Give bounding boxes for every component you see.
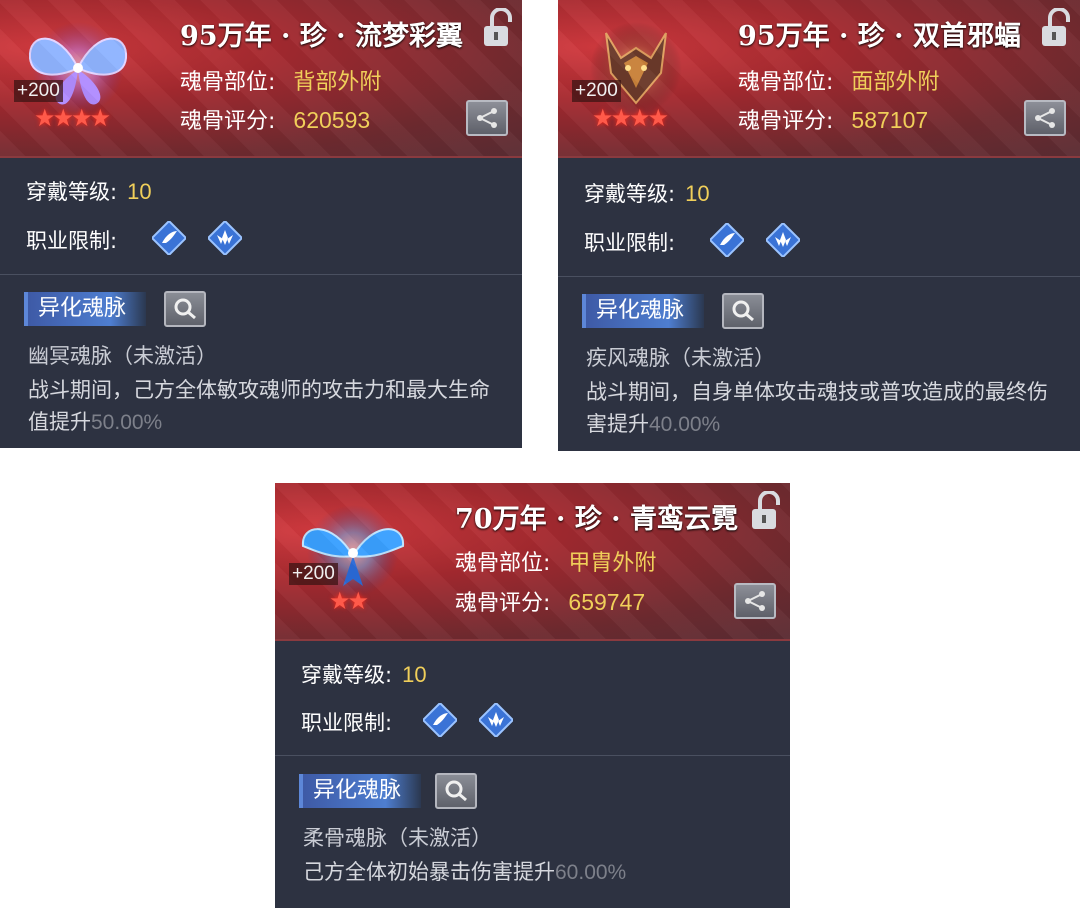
divider [0, 274, 522, 275]
part-row: 魂骨部位: 甲胄外附 [455, 545, 656, 577]
item-title: 95万年 · 珍 · 双首邪蝠 [738, 21, 1021, 52]
profession-label: 职业限制: [584, 231, 676, 255]
star-rating: ★★★★ [592, 104, 669, 132]
card-header: +200 ★★★★ 95万年 · 珍 · 流梦彩翼 魂骨部位: 背部外附 魂骨评分… [0, 0, 522, 158]
part-row: 魂骨部位: 面部外附 [738, 64, 939, 96]
part-value: 面部外附 [851, 70, 940, 95]
wear-level-value: 10 [685, 181, 710, 206]
magnifier-icon [445, 780, 467, 802]
profession-row: 职业限制: [301, 707, 392, 737]
wear-level-label: 穿戴等级: [584, 182, 676, 206]
part-value: 甲胄外附 [568, 551, 657, 576]
part-value: 背部外附 [293, 70, 382, 95]
share-icon [1035, 108, 1055, 128]
description-text: 己方全体初始暴击伤害提升 [303, 860, 555, 884]
soul-bone-card: +200 ★★★★ 95万年 · 珍 · 双首邪蝠 魂骨部位: 面部外附 魂骨评分… [558, 0, 1080, 451]
score-value: 587107 [851, 107, 929, 133]
search-button[interactable] [435, 773, 477, 809]
vein-tag: 异化魂脉 [582, 294, 705, 328]
soul-bone-card: +200 ★★★★ 95万年 · 珍 · 流梦彩翼 魂骨部位: 背部外附 魂骨评分… [0, 0, 522, 448]
vein-description: 己方全体初始暴击伤害提升60.00% [303, 856, 783, 889]
score-row: 魂骨评分: 620593 [180, 103, 370, 135]
wear-level-row: 穿戴等级: 10 [584, 178, 710, 208]
star-rating: ★★★★ [34, 104, 111, 132]
lock-open-icon[interactable] [750, 491, 784, 531]
vein-name: 幽冥魂脉（未激活） [28, 344, 217, 368]
wear-level-label: 穿戴等级: [301, 663, 393, 687]
score-value: 620593 [293, 107, 371, 133]
card-header: +200 ★★ 70万年 · 珍 · 青鸾云霓 魂骨部位: 甲胄外附 魂骨评分: 6… [275, 483, 790, 641]
score-label: 魂骨评分: [738, 109, 834, 134]
lotus-icon[interactable] [766, 223, 800, 257]
profession-row: 职业限制: [26, 225, 117, 255]
magnifier-icon [732, 300, 754, 322]
share-button[interactable] [466, 100, 508, 136]
part-label: 魂骨部位: [455, 551, 551, 576]
card-header: +200 ★★★★ 95万年 · 珍 · 双首邪蝠 魂骨部位: 面部外附 魂骨评分… [558, 0, 1080, 158]
item-title: 95万年 · 珍 · 流梦彩翼 [180, 21, 463, 52]
wear-level-row: 穿戴等级: 10 [301, 659, 427, 689]
share-button[interactable] [1024, 100, 1066, 136]
lotus-icon[interactable] [479, 703, 513, 737]
soul-bone-card: +200 ★★ 70万年 · 珍 · 青鸾云霓 魂骨部位: 甲胄外附 魂骨评分: 6… [275, 483, 790, 908]
enhance-level-badge: +200 [572, 80, 621, 102]
enhance-level-badge: +200 [14, 80, 63, 102]
vein-description: 战斗期间，自身单体攻击魂技或普攻造成的最终伤害提升40.00% [586, 376, 1066, 441]
magnifier-icon [174, 298, 196, 320]
divider [275, 755, 790, 756]
twin-head-bat-emblem [590, 22, 682, 114]
profession-label: 职业限制: [301, 711, 393, 735]
lotus-icon[interactable] [208, 221, 242, 255]
score-row: 魂骨评分: 587107 [738, 103, 928, 135]
share-icon [477, 108, 497, 128]
enhance-level-badge: +200 [289, 563, 338, 585]
vein-description: 战斗期间，己方全体敏攻魂师的攻击力和最大生命值提升50.00% [28, 374, 508, 439]
description-percent: 50.00% [91, 411, 163, 434]
wing-icon[interactable] [152, 221, 186, 255]
vein-name: 疾风魂脉（未激活） [586, 346, 775, 370]
wear-level-value: 10 [402, 662, 427, 687]
part-label: 魂骨部位: [180, 70, 276, 95]
profession-label: 职业限制: [26, 229, 118, 253]
share-icon [745, 591, 765, 611]
description-percent: 40.00% [649, 413, 721, 436]
item-title: 70万年 · 珍 · 青鸾云霓 [455, 504, 738, 535]
vein-tag: 异化魂脉 [299, 774, 422, 808]
azure-phoenix-emblem [301, 505, 405, 597]
vein-name: 柔骨魂脉（未激活） [303, 826, 492, 850]
lock-open-icon[interactable] [482, 8, 516, 48]
wear-level-row: 穿戴等级: 10 [26, 176, 152, 206]
score-value: 659747 [568, 589, 646, 615]
star-rating: ★★ [329, 587, 369, 615]
wing-icon[interactable] [423, 703, 457, 737]
divider [558, 276, 1080, 277]
part-row: 魂骨部位: 背部外附 [180, 64, 381, 96]
wing-icon[interactable] [710, 223, 744, 257]
profession-row: 职业限制: [584, 227, 675, 257]
share-button[interactable] [734, 583, 776, 619]
score-label: 魂骨评分: [455, 591, 551, 616]
search-button[interactable] [164, 291, 206, 327]
wear-level-label: 穿戴等级: [26, 180, 118, 204]
score-label: 魂骨评分: [180, 109, 276, 134]
wear-level-value: 10 [127, 179, 152, 204]
score-row: 魂骨评分: 659747 [455, 585, 645, 617]
part-label: 魂骨部位: [738, 70, 834, 95]
lock-open-icon[interactable] [1040, 8, 1074, 48]
butterfly-wings-emblem [28, 22, 128, 114]
description-percent: 60.00% [555, 861, 627, 884]
search-button[interactable] [722, 293, 764, 329]
vein-tag: 异化魂脉 [24, 292, 147, 326]
